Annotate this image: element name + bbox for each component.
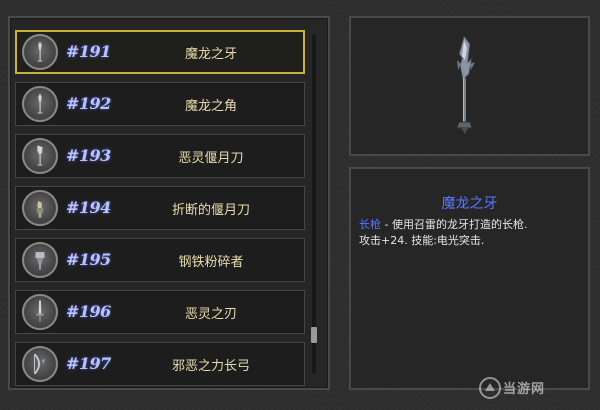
glaive-icon bbox=[22, 138, 58, 174]
weapon-stats: 攻击+24. 技能:电光突击. bbox=[359, 234, 485, 247]
bow-icon bbox=[22, 346, 58, 382]
weapon-type: 长枪 bbox=[359, 218, 381, 231]
weapon-number: #191 bbox=[66, 42, 111, 61]
weapon-number: #195 bbox=[66, 250, 111, 269]
weapon-number: #192 bbox=[66, 94, 111, 113]
weapon-name: 恶灵之刃 bbox=[184, 307, 237, 322]
weapon-name: 魔龙之角 bbox=[184, 99, 237, 114]
watermark-text: 当游网 bbox=[503, 382, 546, 397]
weapon-description: 长枪 - 使用召雷的龙牙打造的长枪. 攻击+24. 技能:电光突击. bbox=[359, 217, 583, 249]
list-scrollbar-thumb[interactable] bbox=[311, 327, 317, 343]
weapon-number: #193 bbox=[66, 146, 111, 165]
weapon-list-item[interactable]: #194 折断的偃月刀 bbox=[15, 186, 305, 230]
blade-icon bbox=[22, 294, 58, 330]
weapon-name: 折断的偃月刀 bbox=[171, 203, 250, 218]
weapon-list-item[interactable]: #195 钢铁粉碎者 bbox=[15, 238, 305, 282]
hammer-icon bbox=[22, 242, 58, 278]
weapon-list-item[interactable]: #196 恶灵之刃 bbox=[15, 290, 305, 334]
weapon-name: 魔龙之牙 bbox=[184, 47, 237, 62]
dragon-spear-icon bbox=[456, 34, 475, 134]
list-scrollbar-track[interactable] bbox=[312, 34, 316, 374]
game-screen: #191 魔龙之牙 #192 魔龙之角 #193 恶灵偃月刀 #194 折断的偃月刀 #195 钢… bbox=[0, 0, 600, 410]
weapon-number: #196 bbox=[66, 302, 111, 321]
broken-glaive-icon bbox=[22, 190, 58, 226]
weapon-name: 邪恶之力长弓 bbox=[171, 359, 250, 374]
weapon-title: 魔龙之牙 bbox=[441, 196, 498, 212]
weapon-name: 钢铁粉碎者 bbox=[178, 255, 244, 270]
weapon-preview-panel bbox=[349, 16, 590, 156]
weapon-list-item[interactable]: #193 恶灵偃月刀 bbox=[15, 134, 305, 178]
weapon-description-text: - 使用召雷的龙牙打造的长枪. bbox=[381, 218, 528, 231]
weapon-name: 恶灵偃月刀 bbox=[178, 151, 244, 166]
weapon-number: #197 bbox=[66, 354, 111, 373]
watermark-logo-icon bbox=[479, 377, 501, 399]
weapon-info-panel: 魔龙之牙 长枪 - 使用召雷的龙牙打造的长枪. 攻击+24. 技能:电光突击. bbox=[349, 167, 590, 390]
weapon-list-item[interactable]: #197 邪恶之力长弓 bbox=[15, 342, 305, 386]
weapon-number: #194 bbox=[66, 198, 111, 217]
weapon-list-item[interactable]: #192 魔龙之角 bbox=[15, 82, 305, 126]
spear-icon bbox=[22, 34, 58, 70]
weapon-list-item[interactable]: #191 魔龙之牙 bbox=[15, 30, 305, 74]
spear-icon bbox=[22, 86, 58, 122]
